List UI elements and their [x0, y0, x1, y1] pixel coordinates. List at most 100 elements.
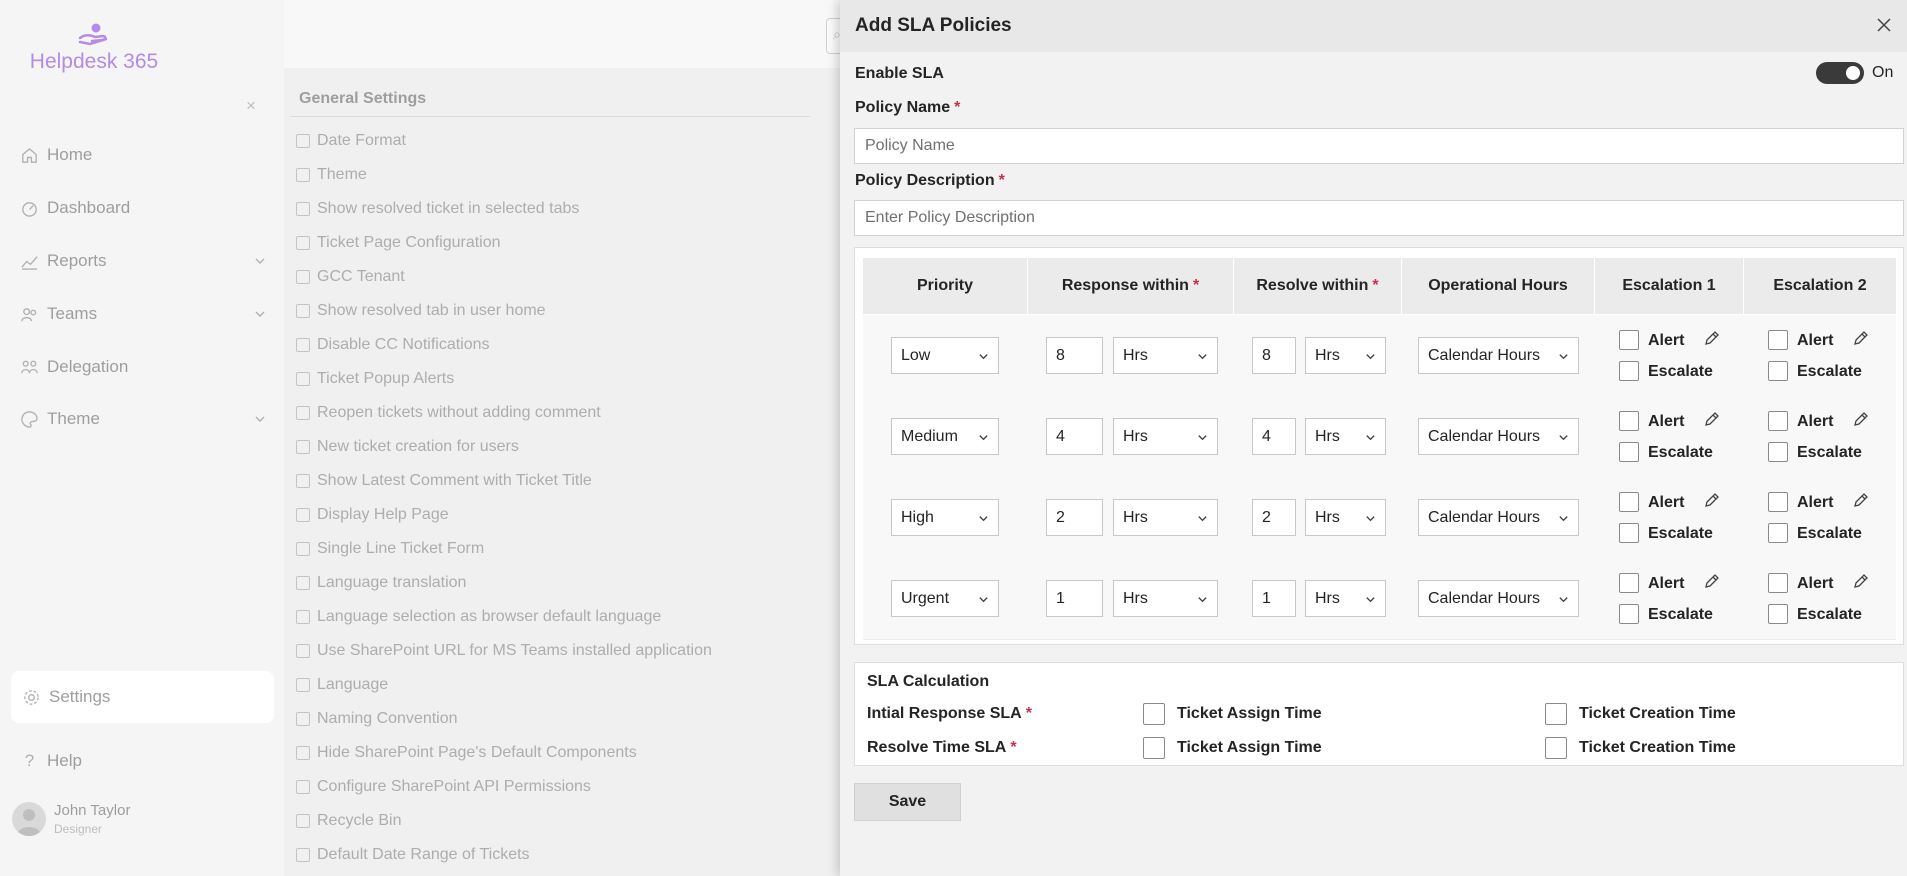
sidebar-item-help[interactable]: ? Help [20, 746, 270, 776]
policy-name-input[interactable]: Policy Name [854, 128, 1904, 164]
operational-hours-select[interactable]: Calendar Hours [1418, 580, 1579, 617]
operational-hours-select[interactable]: Calendar Hours [1418, 499, 1579, 536]
response-within-input[interactable]: 2 [1046, 499, 1103, 536]
edit-pencil-icon[interactable] [1703, 330, 1720, 347]
resolve-within-input[interactable]: 4 [1252, 418, 1296, 455]
general-settings-item[interactable]: Hide SharePoint Page's Default Component… [296, 739, 637, 767]
general-settings-item[interactable]: Language translation [296, 569, 466, 597]
sidebar-item-theme[interactable]: Theme [20, 404, 270, 434]
user-profile[interactable]: John Taylor Designer [12, 802, 130, 836]
priority-select[interactable]: Low [891, 337, 999, 374]
close-icon[interactable] [1876, 17, 1892, 33]
ticket-assign-time-checkbox[interactable] [1143, 737, 1165, 759]
general-settings-item[interactable]: Theme [296, 161, 367, 189]
required-marker: * [954, 99, 961, 116]
resolve-within-input[interactable]: 1 [1252, 580, 1296, 617]
response-unit-select[interactable]: Hrs [1113, 580, 1218, 617]
sidebar-item-teams[interactable]: Teams [20, 299, 270, 329]
escalation-1-escalate-checkbox[interactable] [1619, 442, 1639, 462]
sidebar-item-reports[interactable]: Reports [20, 246, 270, 276]
escalation-2-alert-checkbox[interactable] [1768, 330, 1788, 350]
general-settings-item[interactable]: Naming Convention [296, 705, 458, 733]
dashboard-icon [22, 201, 37, 217]
escalation-2-escalate-checkbox[interactable] [1768, 604, 1788, 624]
general-settings-item[interactable]: Disable CC Notifications [296, 331, 490, 359]
escalation-1-escalate-checkbox[interactable] [1619, 604, 1639, 624]
escalation-1-alert-checkbox[interactable] [1619, 492, 1639, 512]
edit-pencil-icon[interactable] [1703, 573, 1720, 590]
operational-hours-select[interactable]: Calendar Hours [1418, 337, 1579, 374]
escalation-2-alert-checkbox[interactable] [1768, 573, 1788, 593]
user-role: Designer [54, 822, 103, 836]
sidebar-item-home[interactable]: Home [20, 140, 270, 170]
general-settings-item[interactable]: Ticket Page Configuration [296, 229, 501, 257]
escalation-2-escalate-label: Escalate [1797, 606, 1862, 623]
edit-pencil-icon[interactable] [1852, 573, 1869, 590]
general-settings-item[interactable]: Configure SharePoint API Permissions [296, 773, 591, 801]
general-settings-item[interactable]: Display Help Page [296, 501, 449, 529]
escalation-2-alert-checkbox[interactable] [1768, 492, 1788, 512]
general-settings-item[interactable]: New ticket creation for users [296, 433, 519, 461]
sidebar-item-settings[interactable]: Settings [11, 671, 274, 723]
sidebar-item-delegation[interactable]: Delegation [20, 352, 270, 382]
general-settings-item[interactable]: Language [296, 671, 388, 699]
resolve-within-input[interactable]: 8 [1252, 337, 1296, 374]
general-settings-item-label: Use SharePoint URL for MS Teams installe… [317, 642, 712, 659]
escalation-1-escalate-checkbox[interactable] [1619, 523, 1639, 543]
general-settings-item[interactable]: Show resolved tab in user home [296, 297, 546, 325]
general-settings-item[interactable]: Use SharePoint URL for MS Teams installe… [296, 637, 712, 665]
escalation-1-escalate-checkbox[interactable] [1619, 361, 1639, 381]
response-unit-select[interactable]: Hrs [1113, 499, 1218, 536]
escalation-1-alert-checkbox[interactable] [1619, 573, 1639, 593]
general-settings-item[interactable]: Date Format [296, 127, 406, 155]
required-marker: * [1010, 739, 1017, 756]
enable-sla-toggle[interactable] [1816, 62, 1864, 84]
response-unit-select[interactable]: Hrs [1113, 418, 1218, 455]
escalation-1-escalate-label: Escalate [1648, 525, 1713, 542]
response-within-input[interactable]: 1 [1046, 580, 1103, 617]
escalation-1-alert-checkbox[interactable] [1619, 411, 1639, 431]
ticket-creation-time-checkbox[interactable] [1545, 703, 1567, 725]
table-row: Low 8 Hrs 8 Hrs Calendar Hours Alert Escalate Al… [863, 315, 1896, 397]
app-name: Helpdesk 365 [29, 50, 159, 73]
sidebar-item-dashboard[interactable]: Dashboard [20, 193, 270, 223]
response-unit-select[interactable]: Hrs [1113, 337, 1218, 374]
save-button[interactable]: Save [854, 783, 961, 821]
general-settings-item[interactable]: Default Date Range of Tickets [296, 841, 530, 869]
escalation-2-escalate-checkbox[interactable] [1768, 442, 1788, 462]
edit-pencil-icon[interactable] [1852, 492, 1869, 509]
operational-hours-select[interactable]: Calendar Hours [1418, 418, 1579, 455]
policy-description-label: Policy Description * [855, 172, 1005, 190]
edit-pencil-icon[interactable] [1852, 330, 1869, 347]
ticket-creation-time-checkbox[interactable] [1545, 737, 1567, 759]
general-settings-item[interactable]: Recycle Bin [296, 807, 401, 835]
edit-pencil-icon[interactable] [1852, 411, 1869, 428]
policy-description-input[interactable]: Enter Policy Description [854, 200, 1904, 236]
priority-select[interactable]: High [891, 499, 999, 536]
escalation-2-escalate-checkbox[interactable] [1768, 361, 1788, 381]
edit-pencil-icon[interactable] [1703, 411, 1720, 428]
resolve-unit-select[interactable]: Hrs [1305, 337, 1386, 374]
escalation-1-alert-checkbox[interactable] [1619, 330, 1639, 350]
general-settings-item[interactable]: Ticket Popup Alerts [296, 365, 454, 393]
collapse-sidebar-icon[interactable]: × [246, 96, 256, 116]
resolve-within-input[interactable]: 2 [1252, 499, 1296, 536]
response-within-input[interactable]: 4 [1046, 418, 1103, 455]
escalation-2-escalate-checkbox[interactable] [1768, 523, 1788, 543]
resolve-unit-select[interactable]: Hrs [1305, 418, 1386, 455]
response-within-input[interactable]: 8 [1046, 337, 1103, 374]
escalation-2-alert-checkbox[interactable] [1768, 411, 1788, 431]
ticket-assign-time-checkbox[interactable] [1143, 703, 1165, 725]
general-settings-item[interactable]: Language selection as browser default la… [296, 603, 661, 631]
resolve-unit-select[interactable]: Hrs [1305, 580, 1386, 617]
edit-pencil-icon[interactable] [1703, 492, 1720, 509]
priority-select[interactable]: Urgent [891, 580, 999, 617]
general-settings-item[interactable]: Reopen tickets without adding comment [296, 399, 601, 427]
general-settings-item[interactable]: Show Latest Comment with Ticket Title [296, 467, 592, 495]
resolve-unit-select[interactable]: Hrs [1305, 499, 1386, 536]
general-settings-item[interactable]: Show resolved ticket in selected tabs [296, 195, 579, 223]
settings-item-icon [296, 304, 310, 318]
priority-select[interactable]: Medium [891, 418, 999, 455]
general-settings-item[interactable]: GCC Tenant [296, 263, 405, 291]
general-settings-item[interactable]: Single Line Ticket Form [296, 535, 484, 563]
